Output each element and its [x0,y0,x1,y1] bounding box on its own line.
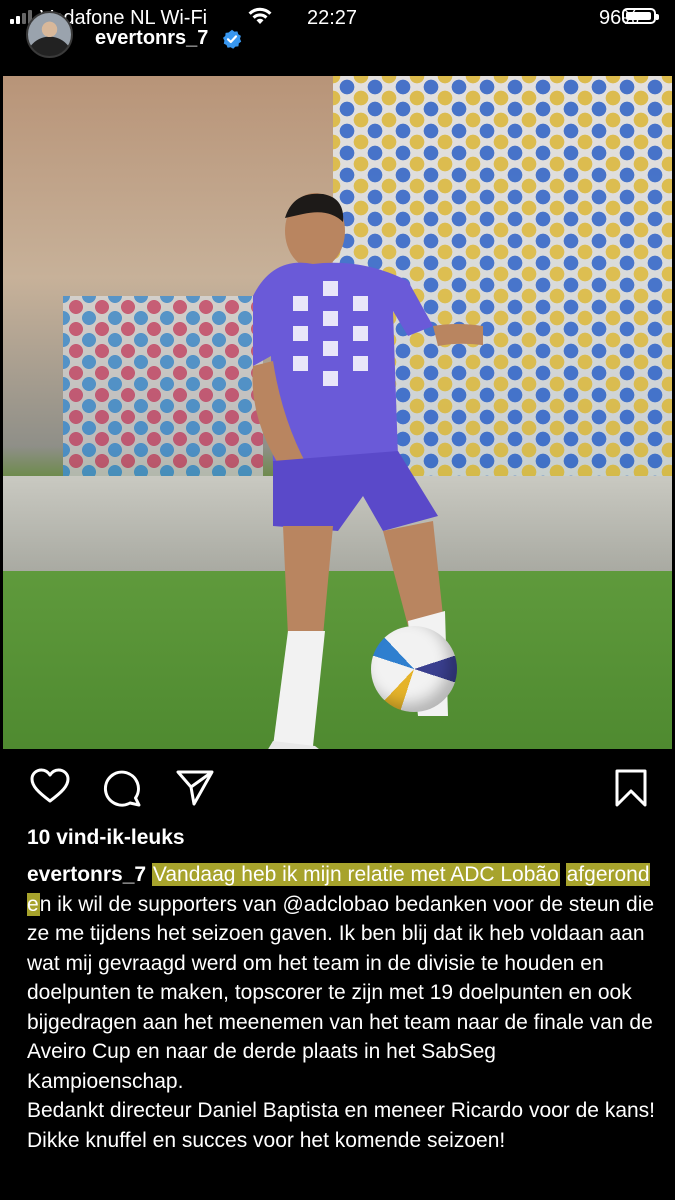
bookmark-icon[interactable] [614,768,648,808]
post-caption: evertonrs_7 Vandaag heb ik mijn relatie … [27,860,657,1155]
likes-count[interactable]: 10 vind-ik-leuks [27,826,185,850]
battery-icon [622,8,659,24]
verified-badge-icon [223,29,242,49]
comment-icon[interactable] [102,768,142,808]
battery-fill [626,12,651,20]
post-image[interactable] [3,76,672,749]
share-icon[interactable] [175,768,215,808]
wifi-icon [248,7,272,24]
caption-farewell-line: Dikke knuffel en succes voor het komende… [27,1128,506,1152]
caption-highlight-1: Vandaag heb ik mijn relatie met ADC Lobã… [151,863,560,886]
caption-thanks-line: Bedankt directeur Daniel Baptista en men… [27,1099,656,1122]
status-time: 22:27 [307,7,358,29]
profile-avatar[interactable] [26,11,73,58]
caption-body: n ik wil de supporters van @adclobao bed… [27,892,655,1093]
heart-icon[interactable] [30,768,70,804]
football [371,626,457,712]
post-author-username[interactable]: evertonrs_7 [95,27,208,50]
post-action-bar [0,760,675,820]
caption-username[interactable]: evertonrs_7 [27,863,146,886]
